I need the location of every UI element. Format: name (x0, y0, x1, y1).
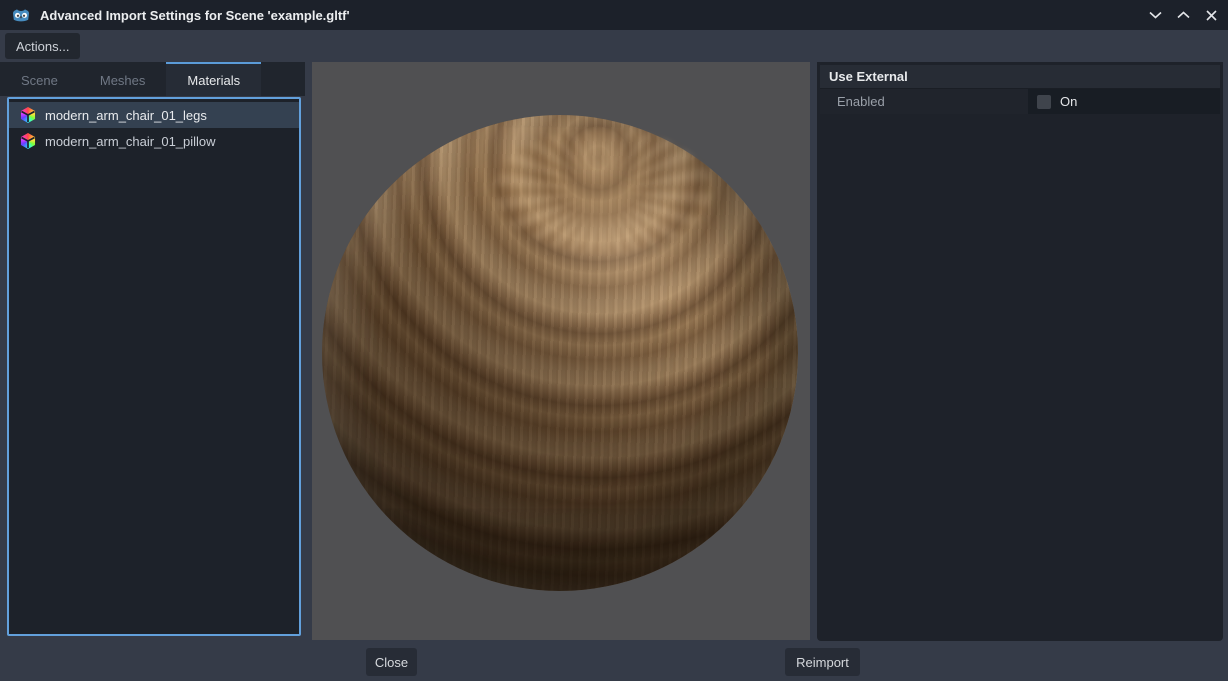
reimport-button[interactable]: Reimport (785, 648, 860, 676)
tab-bar: Scene Meshes Materials (0, 62, 305, 96)
godot-logo-icon (11, 7, 31, 23)
tab-scene[interactable]: Scene (0, 62, 79, 96)
material-icon (20, 133, 36, 149)
material-preview-sphere (322, 115, 798, 591)
tab-meshes[interactable]: Meshes (79, 62, 167, 96)
checkbox-value-label: On (1060, 94, 1077, 109)
property-value: On (1028, 89, 1220, 114)
list-item-label: modern_arm_chair_01_legs (45, 108, 207, 123)
chevron-up-icon[interactable] (1174, 6, 1192, 24)
property-label: Enabled (820, 89, 1028, 114)
sphere-pole-texture (493, 129, 712, 253)
list-item-material-legs[interactable]: modern_arm_chair_01_legs (9, 102, 299, 128)
inspector-panel: Use External Enabled On (817, 62, 1223, 641)
material-icon (20, 107, 36, 123)
material-preview-viewport (312, 62, 810, 640)
title-bar: Advanced Import Settings for Scene 'exam… (0, 0, 1228, 30)
enabled-checkbox[interactable] (1037, 95, 1051, 109)
window-controls (1146, 0, 1220, 30)
property-row-enabled: Enabled On (820, 89, 1220, 114)
section-use-external: Use External (820, 65, 1220, 89)
window-title: Advanced Import Settings for Scene 'exam… (40, 8, 350, 23)
tab-materials[interactable]: Materials (166, 62, 261, 96)
list-item-material-pillow[interactable]: modern_arm_chair_01_pillow (9, 128, 299, 154)
close-icon[interactable] (1202, 6, 1220, 24)
materials-list: modern_arm_chair_01_legs modern_arm_chai… (7, 97, 301, 636)
chevron-down-icon[interactable] (1146, 6, 1164, 24)
close-button[interactable]: Close (366, 648, 417, 676)
list-item-label: modern_arm_chair_01_pillow (45, 134, 216, 149)
actions-button[interactable]: Actions... (5, 33, 80, 59)
